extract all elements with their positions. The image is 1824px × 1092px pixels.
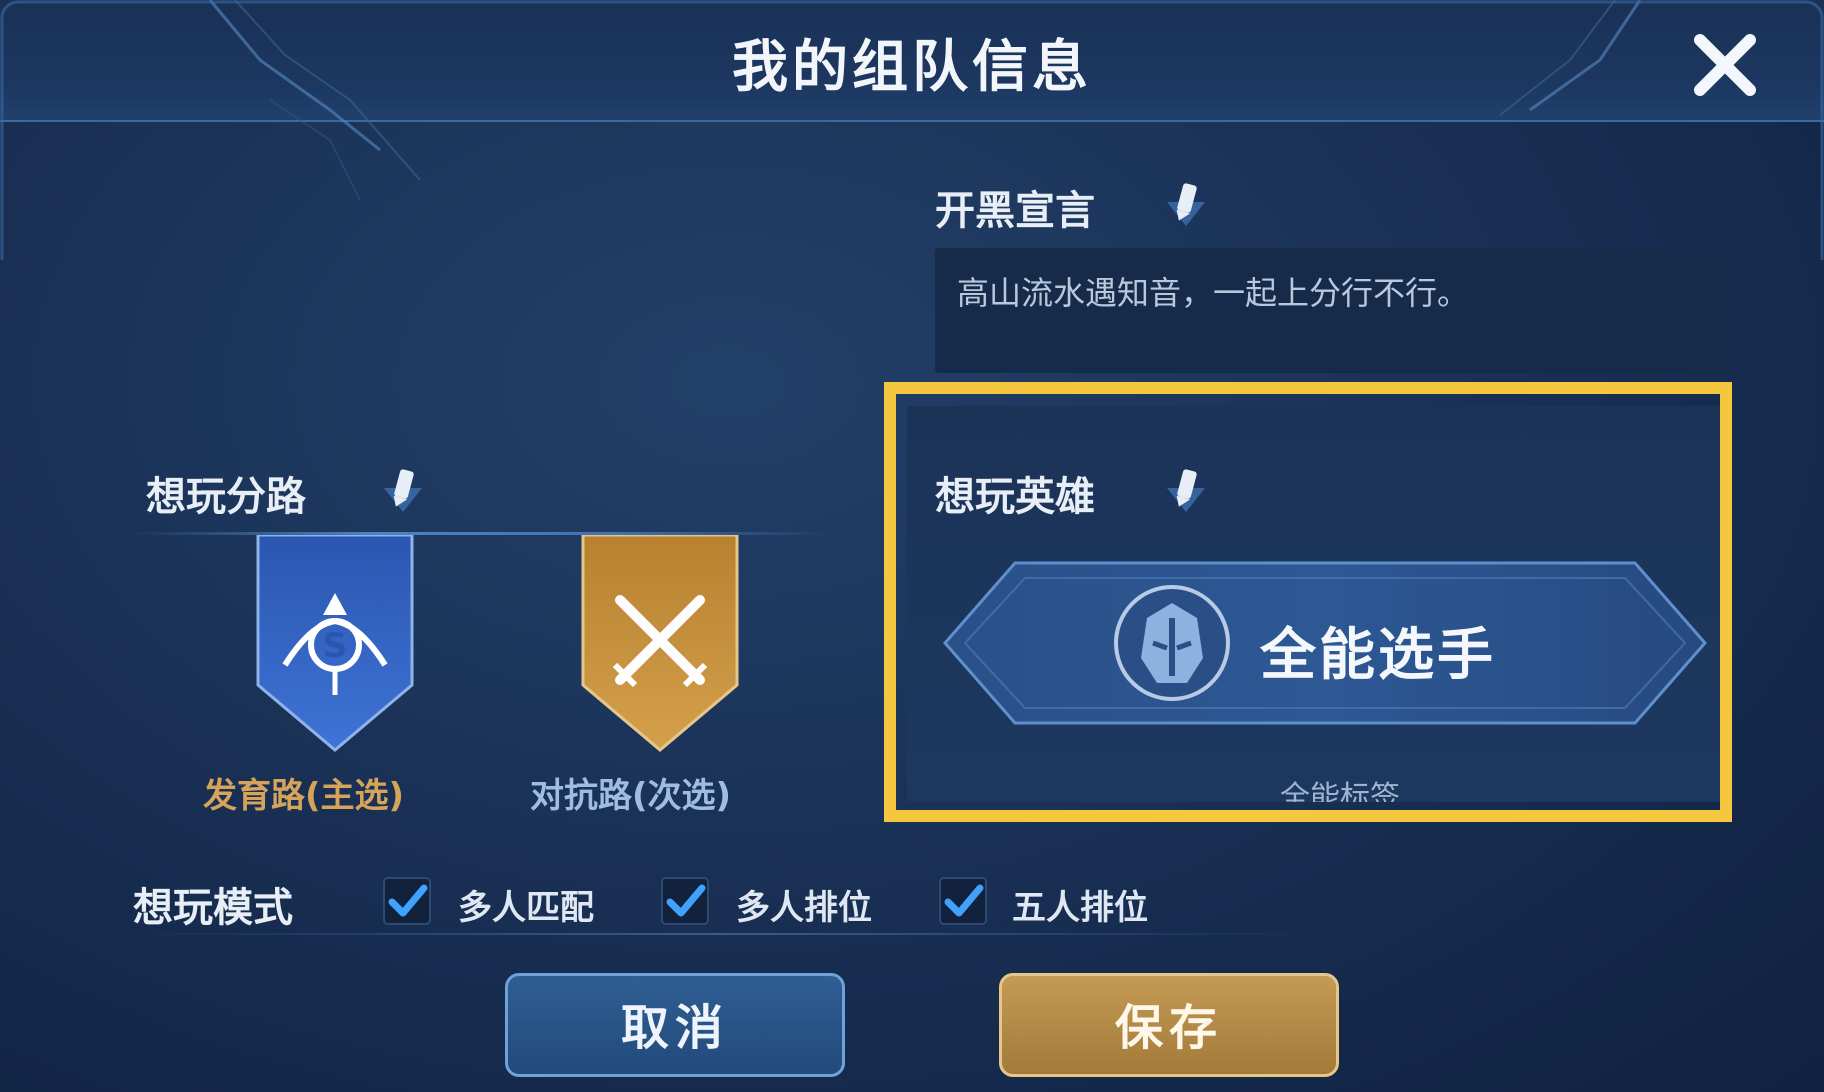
declaration-text: 高山流水遇知音，一起上分行不行。 [957,274,1470,312]
mode-checkbox-0[interactable] [382,876,432,926]
lane-primary-badge[interactable]: S [250,535,420,755]
mode-checkbox-2[interactable] [938,876,988,926]
lanes-label: 想玩分路 [146,474,306,520]
modes-divider [120,933,1320,935]
mode-label-0: 多人匹配 [458,888,594,928]
lane-secondary-label: 对抗路(次选) [530,776,732,816]
declaration-label: 开黑宣言 [935,188,1095,234]
close-icon[interactable] [1690,30,1760,100]
cancel-button[interactable]: 取消 [505,973,845,1077]
lane-secondary-badge[interactable] [575,535,745,755]
save-button[interactable]: 保存 [999,973,1339,1077]
modes-label: 想玩模式 [133,885,293,931]
svg-text:S: S [323,626,348,666]
edit-declaration-pencil-icon[interactable] [1163,178,1209,230]
hero-highlight-frame [884,382,1732,822]
page-title: 我的组队信息 [732,35,1092,100]
lane-primary-label: 发育路(主选) [203,776,405,816]
mode-label-1: 多人排位 [736,888,872,928]
mode-label-2: 五人排位 [1012,888,1148,928]
edit-lanes-pencil-icon[interactable] [380,464,426,516]
declaration-box[interactable]: 高山流水遇知音，一起上分行不行。 [935,248,1725,373]
mode-checkbox-1[interactable] [660,876,710,926]
